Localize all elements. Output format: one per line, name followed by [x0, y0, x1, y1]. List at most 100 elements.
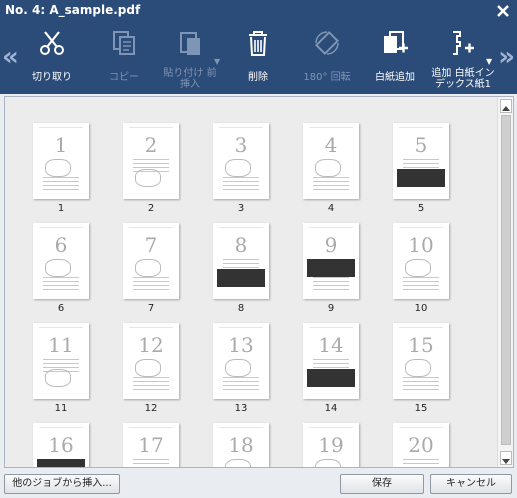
page-illustration — [307, 259, 355, 277]
page-text-lines — [403, 277, 439, 293]
page-thumbnail-number: 11 — [48, 333, 74, 357]
page-illustration — [45, 369, 71, 387]
page-thumbnail[interactable]: 11 — [33, 323, 89, 399]
page-number-label: 14 — [324, 403, 338, 414]
page-thumbnail[interactable]: 7 — [123, 223, 179, 299]
page-thumbnail[interactable]: 5 — [393, 123, 449, 199]
add-blank-button[interactable]: 白紙追加 — [364, 22, 426, 94]
page-edit-dialog: No. 4: A_sample.pdf « » 切り取り コピー ▼ 貼り付け … — [0, 0, 517, 498]
page-thumbnail[interactable]: 3 — [213, 123, 269, 199]
page-thumbnail-number: 10 — [408, 233, 434, 257]
page-thumbnail-number: 4 — [324, 133, 338, 157]
delete-button[interactable]: 削除 — [232, 22, 284, 94]
scroll-left-icon[interactable]: « — [2, 44, 19, 70]
page-thumbnail[interactable]: 8 — [213, 223, 269, 299]
page-thumbnail[interactable]: 6 — [33, 223, 89, 299]
page-thumbnail[interactable]: 13 — [213, 323, 269, 399]
page-thumbnail-number: 17 — [138, 433, 164, 457]
page-thumbnail-number: 8 — [234, 233, 248, 257]
page-text-lines — [403, 459, 439, 467]
page-text-lines — [313, 277, 349, 293]
page-illustration — [315, 459, 341, 467]
page-thumbnail-number: 1 — [54, 133, 68, 157]
page-thumbnail[interactable]: 1 — [33, 123, 89, 199]
vertical-scrollbar[interactable] — [497, 97, 513, 467]
page-text-lines — [43, 177, 79, 193]
page-illustration — [307, 369, 355, 387]
scroll-up-icon[interactable] — [500, 99, 512, 113]
add-blank-label: 白紙追加 — [375, 72, 415, 83]
page-number-label: 12 — [144, 403, 158, 414]
scroll-right-icon[interactable]: » — [498, 44, 515, 70]
page-text-lines — [403, 377, 439, 393]
page-number-label: 7 — [147, 303, 155, 314]
page-thumbnail[interactable]: 9 — [303, 223, 359, 299]
page-illustration — [315, 159, 341, 177]
title-bar: No. 4: A_sample.pdf — [0, 0, 517, 22]
scissors-icon — [40, 31, 64, 55]
scrollbar-thumb[interactable] — [501, 115, 511, 445]
index-tab-icon — [453, 31, 474, 55]
window-title: No. 4: A_sample.pdf — [5, 3, 141, 17]
insert-from-job-button[interactable]: 他のジョブから挿入... — [4, 474, 120, 494]
page-thumbnail-number: 3 — [234, 133, 248, 157]
page-text-lines — [133, 459, 169, 467]
add-blank-index-label: 追加 白紙インデックス紙1 — [431, 68, 495, 90]
scroll-down-icon[interactable] — [500, 451, 512, 465]
page-number-label: 10 — [414, 303, 428, 314]
page-thumbnail[interactable]: 4 — [303, 123, 359, 199]
page-thumbnail[interactable]: 19 — [303, 423, 359, 467]
page-number-label: 8 — [237, 303, 245, 314]
page-illustration — [405, 259, 431, 277]
page-thumbnail[interactable]: 2 — [123, 123, 179, 199]
page-thumbnail[interactable]: 10 — [393, 223, 449, 299]
paste-button[interactable]: ▼ 貼り付け 前挿入 — [154, 22, 226, 94]
page-number-label: 13 — [234, 403, 248, 414]
page-thumbnail[interactable]: 14 — [303, 323, 359, 399]
page-illustration — [225, 459, 251, 467]
page-text-lines — [133, 277, 169, 293]
page-illustration — [135, 359, 161, 377]
add-blank-index-button[interactable]: ▼ 追加 白紙インデックス紙1 — [428, 22, 498, 94]
page-thumbnail-number: 12 — [138, 333, 164, 357]
page-thumbnail[interactable]: 15 — [393, 323, 449, 399]
page-number-label: 2 — [147, 203, 155, 214]
page-thumbnail[interactable]: 20 — [393, 423, 449, 467]
page-thumbnail[interactable]: 12 — [123, 323, 179, 399]
page-thumbnail[interactable]: 18 — [213, 423, 269, 467]
close-icon[interactable] — [495, 0, 511, 22]
page-thumbnail-number: 2 — [144, 133, 158, 157]
page-number-label: 15 — [414, 403, 428, 414]
page-text-lines — [223, 177, 259, 193]
rotate-180-button[interactable]: 180° 回転 — [296, 22, 358, 94]
cancel-button[interactable]: キャンセル — [430, 474, 512, 494]
paste-label: 貼り付け 前挿入 — [163, 68, 217, 90]
page-thumbnail-number: 18 — [228, 433, 254, 457]
thumbnail-panel: 1 1 2 2 3 3 4 4 5 5 6 6 7 7 8 8 9 9 10 10 11 11 12 12 13 13 14 14 15… — [4, 96, 514, 468]
add-blank-page-icon — [384, 31, 408, 53]
save-button[interactable]: 保存 — [340, 474, 424, 494]
page-illustration — [225, 159, 251, 177]
page-illustration — [217, 269, 265, 287]
page-illustration — [135, 259, 161, 277]
page-number-label: 6 — [57, 303, 65, 314]
cut-button[interactable]: 切り取り — [24, 22, 80, 94]
toolbar: « » 切り取り コピー ▼ 貼り付け 前挿入 削除 180° 回転 白紙追加 … — [0, 22, 517, 94]
page-thumbnail-number: 5 — [414, 133, 428, 157]
page-number-label: 4 — [327, 203, 335, 214]
copy-button[interactable]: コピー — [96, 22, 152, 94]
paste-dropdown-icon[interactable]: ▼ — [214, 57, 220, 66]
page-number-label: 1 — [57, 203, 65, 214]
page-illustration — [45, 259, 71, 277]
page-thumbnail-number: 7 — [144, 233, 158, 257]
page-illustration — [135, 169, 161, 187]
page-thumbnail-number: 13 — [228, 333, 254, 357]
page-thumbnail-number: 9 — [324, 233, 338, 257]
cut-label: 切り取り — [32, 72, 72, 83]
paste-icon — [180, 32, 200, 55]
index-dropdown-icon[interactable]: ▼ — [486, 57, 492, 66]
page-thumbnail-number: 19 — [318, 433, 344, 457]
trash-icon — [249, 31, 267, 56]
page-thumbnail[interactable]: 17 — [123, 423, 179, 467]
page-thumbnail[interactable]: 16 — [33, 423, 89, 467]
